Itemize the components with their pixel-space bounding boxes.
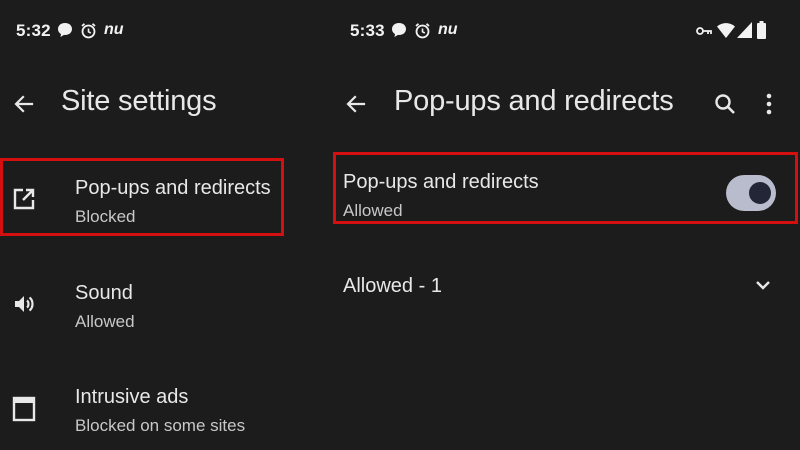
settings-item-subtitle: Allowed [75,312,135,331]
status-time: 5:32 [16,21,51,40]
settings-item-subtitle: Blocked on some sites [75,416,246,435]
signal-icon [737,22,752,38]
page-title: Site settings [61,85,217,117]
popups-redirects-screen: 5:33 nu Pop-ups and redirects Pop-ups an… [330,0,800,450]
more-vert-icon[interactable] [764,92,774,116]
wifi-icon [717,23,735,38]
site-settings-screen: 5:32 nu Site settings Pop-ups and redire… [0,0,330,450]
arrow-back-icon[interactable] [12,92,36,116]
volume-icon [15,296,34,312]
status-time: 5:33 [350,21,385,40]
settings-item-intrusive-ads[interactable]: Intrusive ads Blocked on some sites [0,374,330,444]
chevron-down-icon[interactable] [754,278,772,292]
alarm-icon [415,23,430,39]
arrow-back-icon[interactable] [344,92,368,116]
window-icon [12,396,36,422]
settings-item-sound[interactable]: Sound Allowed [0,270,330,340]
search-icon[interactable] [713,92,737,116]
settings-item-title: Sound [75,282,133,304]
battery-icon [757,21,766,39]
chat-bubble-icon [58,23,72,37]
allowed-section-label: Allowed - 1 [343,275,442,297]
settings-item-title: Intrusive ads [75,386,189,408]
nu-app-icon: nu [104,21,124,38]
page-title: Pop-ups and redirects [394,85,674,117]
alarm-icon [81,23,96,39]
vpn-key-icon [696,27,712,35]
allowed-section-header[interactable]: Allowed - 1 [330,262,800,310]
highlight-box [0,158,284,236]
chat-bubble-icon [392,23,406,37]
nu-app-icon: nu [438,21,458,38]
highlight-box [333,152,798,224]
